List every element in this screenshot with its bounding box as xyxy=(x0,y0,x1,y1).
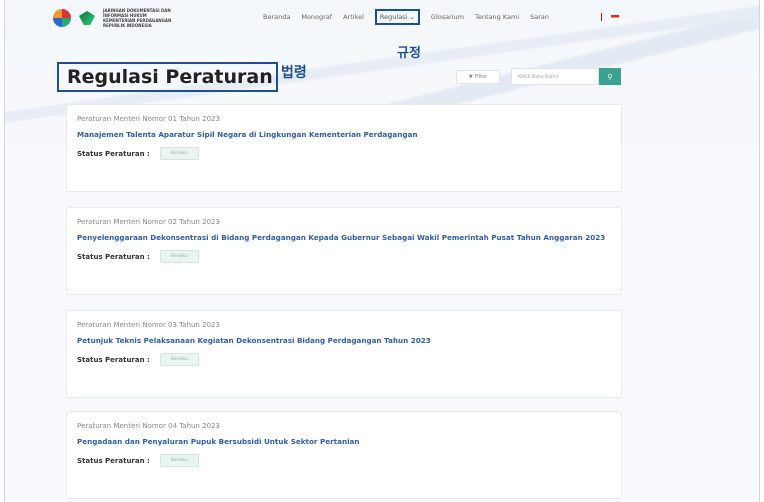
search-button[interactable]: ⚲ xyxy=(599,68,621,85)
nav-saran[interactable]: Saran xyxy=(530,13,549,25)
annotation-regulation: 규정 xyxy=(397,46,421,61)
regulation-title-link[interactable]: Pengadaan dan Penyaluran Pupuk Bersubsid… xyxy=(77,437,611,446)
status-row: Status Peraturan : Berlaku xyxy=(77,454,611,467)
search-input[interactable]: Ketik Kata Kunci xyxy=(511,68,599,85)
nav-tentang-kami[interactable]: Tentang Kami xyxy=(475,13,519,25)
status-label: Status Peraturan : xyxy=(77,355,150,364)
regulation-card[interactable]: Peraturan Menteri Nomor 02 Tahun 2023 Pe… xyxy=(66,207,622,295)
status-row: Status Peraturan : Berlaku xyxy=(77,147,611,160)
nav-monograf[interactable]: Monograf xyxy=(301,13,332,25)
annotation-law: 법령 xyxy=(281,65,307,81)
regulation-number: Peraturan Menteri Nomor 02 Tahun 2023 xyxy=(77,218,220,226)
logo-text: JARINGAN DOKUMENTASI DAN INFORMASI HUKUM… xyxy=(103,8,183,28)
status-row: Status Peraturan : Berlaku xyxy=(77,353,611,366)
nav-regulasi-label: Regulasi xyxy=(379,13,408,21)
status-badge: Berlaku xyxy=(159,147,199,160)
regulation-card[interactable]: Peraturan Menteri Nomor 01 Tahun 2023 Ma… xyxy=(66,104,622,192)
status-label: Status Peraturan : xyxy=(77,149,150,158)
regulation-number: Peraturan Menteri Nomor 01 Tahun 2023 xyxy=(77,115,220,123)
status-label: Status Peraturan : xyxy=(77,456,150,465)
search-icon: ⚲ xyxy=(607,72,613,81)
filter-label: Filter xyxy=(474,74,488,80)
regulation-title-link[interactable]: Manajemen Talenta Aparatur Sipil Negara … xyxy=(77,130,611,139)
chevron-down-icon: ⌄ xyxy=(409,13,415,21)
status-badge: Berlaku xyxy=(159,353,199,366)
status-badge: Berlaku xyxy=(159,454,199,467)
page-frame: JARINGAN DOKUMENTASI DAN INFORMASI HUKUM… xyxy=(4,0,760,502)
site-logo[interactable]: JARINGAN DOKUMENTASI DAN INFORMASI HUKUM… xyxy=(53,8,183,28)
regulation-card[interactable]: Peraturan Menteri Nomor 04 Tahun 2023 Pe… xyxy=(66,411,622,499)
filter-button[interactable]: ▼ Filter xyxy=(456,70,500,84)
indonesia-flag-icon[interactable] xyxy=(611,15,619,20)
nav-glosarium[interactable]: Glosarium xyxy=(431,13,464,25)
regulation-title-link[interactable]: Petunjuk Teknis Pelaksanaan Kegiatan Dek… xyxy=(77,336,611,345)
page-title: Regulasi Peraturan xyxy=(57,62,278,92)
status-badge: Berlaku xyxy=(159,250,199,263)
status-label: Status Peraturan : xyxy=(77,252,150,261)
regulation-number: Peraturan Menteri Nomor 04 Tahun 2023 xyxy=(77,422,220,430)
nav-beranda[interactable]: Beranda xyxy=(263,13,290,25)
regulation-card[interactable]: Peraturan Menteri Nomor 03 Tahun 2023 Pe… xyxy=(66,310,622,398)
filter-icon: ▼ xyxy=(468,74,473,80)
logo-line: REPUBLIK INDONESIA xyxy=(103,23,152,28)
status-row: Status Peraturan : Berlaku xyxy=(77,250,611,263)
regulation-number: Peraturan Menteri Nomor 03 Tahun 2023 xyxy=(77,321,220,329)
regulation-title-link[interactable]: Penyelenggaraan Dekonsentrasi di Bidang … xyxy=(77,233,611,242)
nav-divider xyxy=(601,13,602,21)
nav-regulasi[interactable]: Regulasi ⌄ xyxy=(374,9,420,25)
main-nav: Beranda Monograf Artikel Regulasi ⌄ Glos… xyxy=(263,9,549,25)
garuda-logo-icon xyxy=(77,9,97,27)
ministry-globe-logo-icon xyxy=(53,9,71,27)
nav-artikel[interactable]: Artikel xyxy=(343,13,364,25)
site-header: JARINGAN DOKUMENTASI DAN INFORMASI HUKUM… xyxy=(5,0,759,40)
